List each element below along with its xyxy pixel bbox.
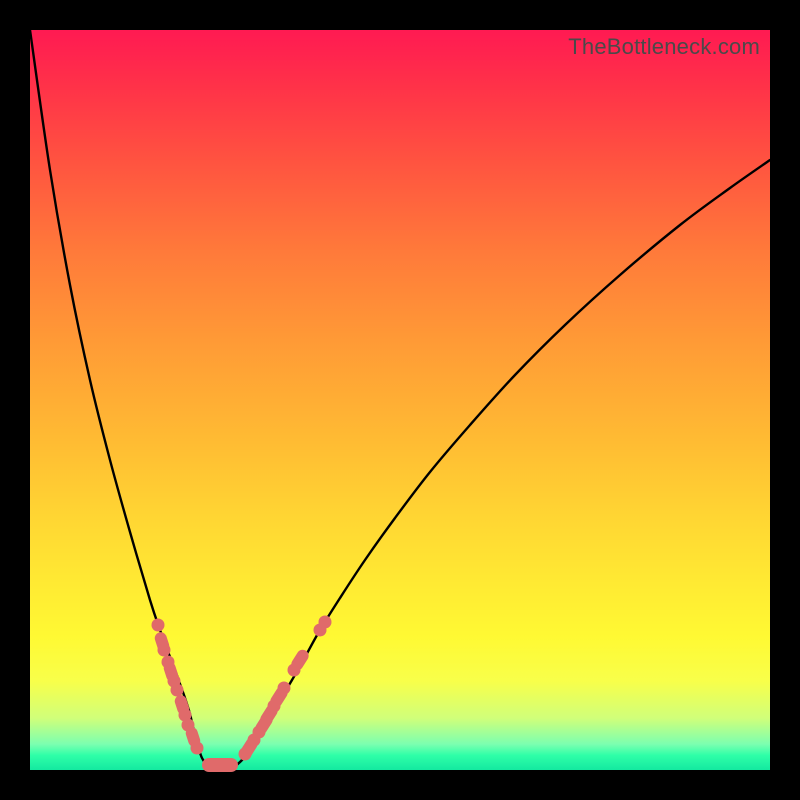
curve-marker (191, 742, 204, 755)
plot-area: TheBottleneck.com (30, 30, 770, 770)
curve-marker (171, 684, 184, 697)
curve-marker (158, 644, 171, 657)
data-markers (152, 616, 332, 773)
curve-layer (30, 30, 770, 770)
trough-marker (202, 758, 238, 772)
bottleneck-curve (30, 30, 770, 770)
curve-marker (152, 619, 165, 632)
chart-frame: TheBottleneck.com (0, 0, 800, 800)
curve-marker (319, 616, 332, 629)
curve-marker (278, 682, 291, 695)
